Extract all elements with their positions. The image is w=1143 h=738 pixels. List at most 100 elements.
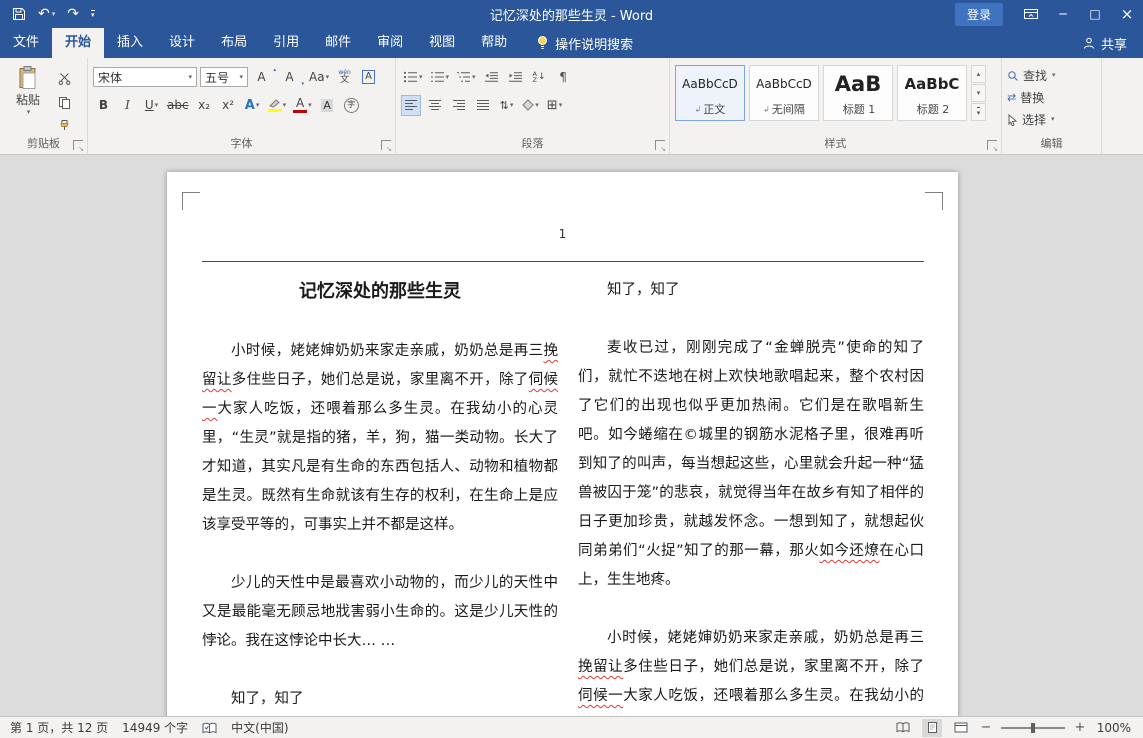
text-highlight-button[interactable]: ▾ [266, 95, 289, 116]
styles-more-button[interactable]: ▾ [971, 103, 986, 121]
style-normal[interactable]: AaBbCcD ↲ 正文 [675, 65, 745, 121]
align-left-button[interactable] [401, 95, 421, 116]
share-button[interactable]: 共享 [1082, 28, 1127, 58]
login-button[interactable]: 登录 [955, 3, 1003, 26]
text-column-right[interactable]: 知了，知了麦收已过，刚刚完成了“金蝉脱壳”使命的知了们，就忙不迭地在树上欢快地歌… [578, 276, 924, 716]
bullets-button[interactable]: ▾ [401, 67, 425, 88]
align-right-button[interactable] [448, 95, 469, 116]
save-button[interactable] [12, 7, 26, 21]
tab-insert[interactable]: 插入 [104, 28, 156, 58]
select-button[interactable]: 选择 ▾ [1007, 110, 1096, 129]
bold-button[interactable]: B [93, 95, 114, 116]
strikethrough-button[interactable]: abc [165, 95, 191, 116]
ribbon-display-options-button[interactable] [1015, 0, 1047, 28]
chevron-down-icon: ▾ [256, 102, 260, 109]
zoom-out-button[interactable]: − [980, 720, 992, 735]
grow-font-button[interactable]: A [251, 67, 276, 88]
format-painter-button[interactable] [54, 116, 75, 136]
paragraph[interactable]: 小时候，姥姥婶奶奶来家走亲戚，奶奶总是再三挽留让多住些日子，她们总是说，家里离不… [578, 624, 924, 716]
close-button[interactable]: × [1111, 0, 1143, 28]
paragraph[interactable]: 小时候，姥姥婶奶奶来家走亲戚，奶奶总是再三挽留让多住些日子，她们总是说，家里离不… [202, 337, 558, 540]
select-label: 选择 [1022, 111, 1046, 128]
word-count[interactable]: 14949 个字 [122, 719, 188, 736]
italic-button[interactable]: I [117, 95, 138, 116]
tab-file[interactable]: 文件 [0, 28, 52, 58]
proofing-status[interactable] [202, 722, 217, 734]
text-column-left[interactable]: 记忆深处的那些生灵小时候，姥姥婶奶奶来家走亲戚，奶奶总是再三挽留让多住些日子，她… [202, 276, 558, 714]
copy-button[interactable] [54, 92, 75, 112]
pinyin-guide-button[interactable]: wén 文 [334, 67, 355, 88]
tab-view[interactable]: 视图 [416, 28, 468, 58]
customize-qat-button[interactable]: ▾ [91, 10, 95, 19]
font-name-combo[interactable]: 宋体 ▾ [93, 67, 197, 87]
shrink-font-button[interactable]: A [279, 67, 304, 88]
language-indicator[interactable]: 中文(中国) [231, 719, 288, 736]
tab-design[interactable]: 设计 [156, 28, 208, 58]
style-heading-1[interactable]: AaB 标题 1 [823, 65, 893, 121]
decrease-indent-button[interactable] [481, 67, 502, 88]
justify-button[interactable] [472, 95, 493, 116]
page[interactable]: 1 记忆深处的那些生灵小时候，姥姥婶奶奶来家走亲戚，奶奶总是再三挽留让多住些日子… [167, 172, 958, 716]
text-effects-button[interactable]: A ▾ [242, 95, 263, 116]
paragraph-dialog-launcher[interactable] [655, 140, 665, 150]
align-center-button[interactable] [424, 95, 445, 116]
tab-review[interactable]: 审阅 [364, 28, 416, 58]
undo-button[interactable]: ↶ ▾ [38, 7, 55, 21]
minimize-button[interactable]: ─ [1047, 0, 1079, 28]
styles-scroll-down-button[interactable]: ▾ [971, 84, 986, 102]
show-hide-marks-button[interactable]: ¶ [553, 67, 574, 88]
underline-button[interactable]: U ▾ [141, 95, 162, 116]
sort-button[interactable]: A Z ↓ [529, 67, 550, 88]
paragraph[interactable]: 少儿的天性中是最喜欢小动物的，而少儿的天性中又是最能毫无顾忌地戕害弱小生命的。这… [202, 569, 558, 656]
styles-dialog-launcher[interactable] [987, 140, 997, 150]
font-color-button[interactable]: A ▾ [291, 95, 314, 116]
undo-icon: ↶ [38, 7, 50, 21]
shading-button[interactable]: ▾ [520, 95, 541, 116]
find-button[interactable]: 查找 ▾ [1007, 66, 1096, 85]
multilevel-list-button[interactable]: ▾ [454, 67, 478, 88]
tell-me-search[interactable]: 操作说明搜索 [536, 28, 633, 58]
print-layout-button[interactable] [922, 719, 942, 737]
document-title[interactable]: 记忆深处的那些生灵 [202, 276, 558, 308]
zoom-level[interactable]: 100% [1095, 721, 1131, 735]
paste-button[interactable]: 粘贴 ▾ [5, 63, 51, 136]
cut-button[interactable] [54, 68, 75, 88]
character-shading-button[interactable]: A [317, 95, 338, 116]
zoom-slider-thumb[interactable] [1031, 723, 1035, 733]
tab-layout[interactable]: 布局 [208, 28, 260, 58]
replace-button[interactable]: ⇄ 替换 [1007, 88, 1096, 107]
maximize-button[interactable]: □ [1079, 0, 1111, 28]
document-area[interactable]: 1 记忆深处的那些生灵小时候，姥姥婶奶奶来家走亲戚，奶奶总是再三挽留让多住些日子… [0, 155, 1143, 716]
numbering-button[interactable]: ▾ [428, 67, 452, 88]
tab-references[interactable]: 引用 [260, 28, 312, 58]
styles-scroll-up-button[interactable]: ▴ [971, 65, 986, 83]
tab-mailings[interactable]: 邮件 [312, 28, 364, 58]
web-layout-button[interactable] [951, 719, 971, 737]
character-border-button[interactable]: A [358, 67, 379, 88]
tab-help[interactable]: 帮助 [468, 28, 520, 58]
zoom-in-button[interactable]: + [1074, 720, 1086, 735]
increase-indent-button[interactable] [505, 67, 526, 88]
subscript-button[interactable]: x₂ [194, 95, 215, 116]
clipboard-small-buttons [54, 63, 75, 136]
spellcheck-underline: 伺候一 [202, 372, 558, 417]
paragraph[interactable]: 知了，知了 [202, 685, 558, 714]
borders-button[interactable]: ⊞ ▾ [544, 95, 565, 116]
change-case-button[interactable]: Aa ▾ [307, 67, 331, 88]
paragraph[interactable]: 知了，知了 [578, 276, 924, 305]
superscript-button[interactable]: x² [218, 95, 239, 116]
redo-button[interactable]: ↷ [67, 7, 79, 21]
clipboard-dialog-launcher[interactable] [73, 140, 83, 150]
zoom-slider[interactable] [1001, 727, 1065, 729]
font-dialog-launcher[interactable] [381, 140, 391, 150]
line-spacing-button[interactable]: ⇅ ▾ [496, 95, 517, 116]
tab-home[interactable]: 开始 [52, 28, 104, 58]
style-no-spacing[interactable]: AaBbCcD ↲ 无间隔 [749, 65, 819, 121]
style-heading-2[interactable]: AaBbC 标题 2 [897, 65, 967, 121]
enclose-characters-button[interactable]: 字 [341, 95, 362, 116]
chevron-down-icon: ▾ [419, 74, 423, 81]
font-size-combo[interactable]: 五号 ▾ [200, 67, 248, 87]
read-mode-button[interactable] [893, 719, 913, 737]
page-indicator[interactable]: 第 1 页，共 12 页 [10, 719, 108, 736]
paragraph[interactable]: 麦收已过，刚刚完成了“金蝉脱壳”使命的知了们，就忙不迭地在树上欢快地歌唱起来，整… [578, 334, 924, 595]
